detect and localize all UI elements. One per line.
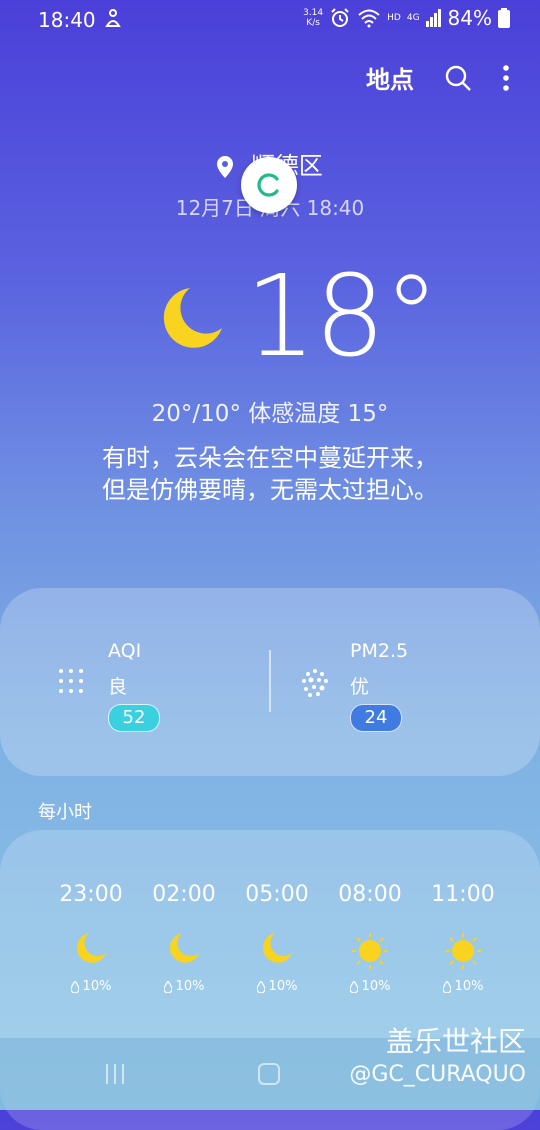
moon-icon (262, 933, 292, 963)
signal-icon (425, 9, 441, 27)
network-speed: 3.14 K/s (303, 8, 324, 28)
alarm-icon (331, 8, 349, 27)
raindrop-icon (442, 980, 451, 993)
hourly-precip: 10% (82, 979, 112, 994)
air-quality-card[interactable]: AQI 良 52 PM2.5 优 24 (0, 588, 540, 776)
hourly-time: 02:00 (152, 882, 216, 907)
pm25-particles-icon (302, 669, 328, 697)
hourly-item: 02:00 10% (137, 882, 231, 994)
air-quality-divider (269, 650, 271, 712)
aqi-value-badge: 52 (108, 704, 160, 732)
battery-icon (498, 8, 510, 28)
moon-icon (76, 933, 106, 963)
status-right: 3.14 K/s HD 4G 84% (303, 6, 510, 30)
aqi-level: 良 (108, 676, 128, 698)
hourly-precip: 10% (268, 979, 298, 994)
network-type: 4G (406, 13, 420, 23)
moon-icon (169, 933, 199, 963)
notification-icon (105, 9, 121, 27)
pm25-label: PM2.5 (350, 640, 409, 662)
sun-icon (352, 933, 388, 969)
hourly-precip: 10% (454, 979, 484, 994)
hourly-item: 08:00 10% (323, 882, 417, 994)
home-button[interactable] (258, 1063, 280, 1085)
refresh-indicator[interactable] (241, 157, 297, 213)
hourly-time: 11:00 (431, 882, 495, 907)
description-line-1: 有时，云朵会在空中蔓延开来， (102, 444, 438, 472)
aqi-label: AQI (108, 640, 142, 662)
status-bar: 18:40 3.14 K/s HD 4G 84% (0, 0, 540, 38)
raindrop-icon (163, 980, 172, 993)
current-temperature: 18° (245, 252, 440, 382)
locations-button[interactable]: 地点 (366, 60, 414, 95)
hi-lo-feels-like: 20°/10° 体感温度 15° (151, 401, 389, 427)
hourly-title: 每小时 (38, 802, 92, 823)
hourly-item: 23:00 10% (44, 882, 138, 994)
raindrop-icon (70, 980, 79, 993)
status-time: 18:40 (38, 8, 96, 32)
hourly-precip: 10% (175, 979, 205, 994)
weather-description: 有时，云朵会在空中蔓延开来， 但是仿佛要晴，无需太过担心。 (0, 442, 540, 506)
pm25-value-badge: 24 (350, 704, 402, 732)
refresh-icon (257, 173, 279, 197)
app-bar: 地点 (366, 60, 510, 95)
moon-icon (163, 288, 222, 348)
wifi-icon (358, 9, 380, 28)
hd-indicator: HD (387, 13, 401, 23)
recent-apps-button[interactable] (106, 1064, 124, 1084)
more-options-icon[interactable] (502, 64, 510, 91)
hourly-precip: 10% (361, 979, 391, 994)
location-pin-icon (217, 156, 234, 178)
hourly-item: 11:00 10% (416, 882, 510, 994)
hourly-item: 05:00 10% (230, 882, 324, 994)
search-icon[interactable] (444, 64, 472, 92)
battery-percent: 84% (447, 6, 492, 30)
hourly-time: 05:00 (245, 882, 309, 907)
hourly-time: 23:00 (59, 882, 123, 907)
watermark-title: 盖乐世社区 (385, 1025, 526, 1058)
description-line-2: 但是仿佛要晴，无需太过担心。 (102, 476, 438, 504)
pm25-level: 优 (350, 676, 370, 698)
watermark-handle: @GC_CURAQUO (349, 1062, 526, 1087)
raindrop-icon (349, 980, 358, 993)
hourly-time: 08:00 (338, 882, 402, 907)
raindrop-icon (256, 980, 265, 993)
sun-icon (445, 933, 481, 969)
aqi-dots-icon (59, 669, 83, 693)
